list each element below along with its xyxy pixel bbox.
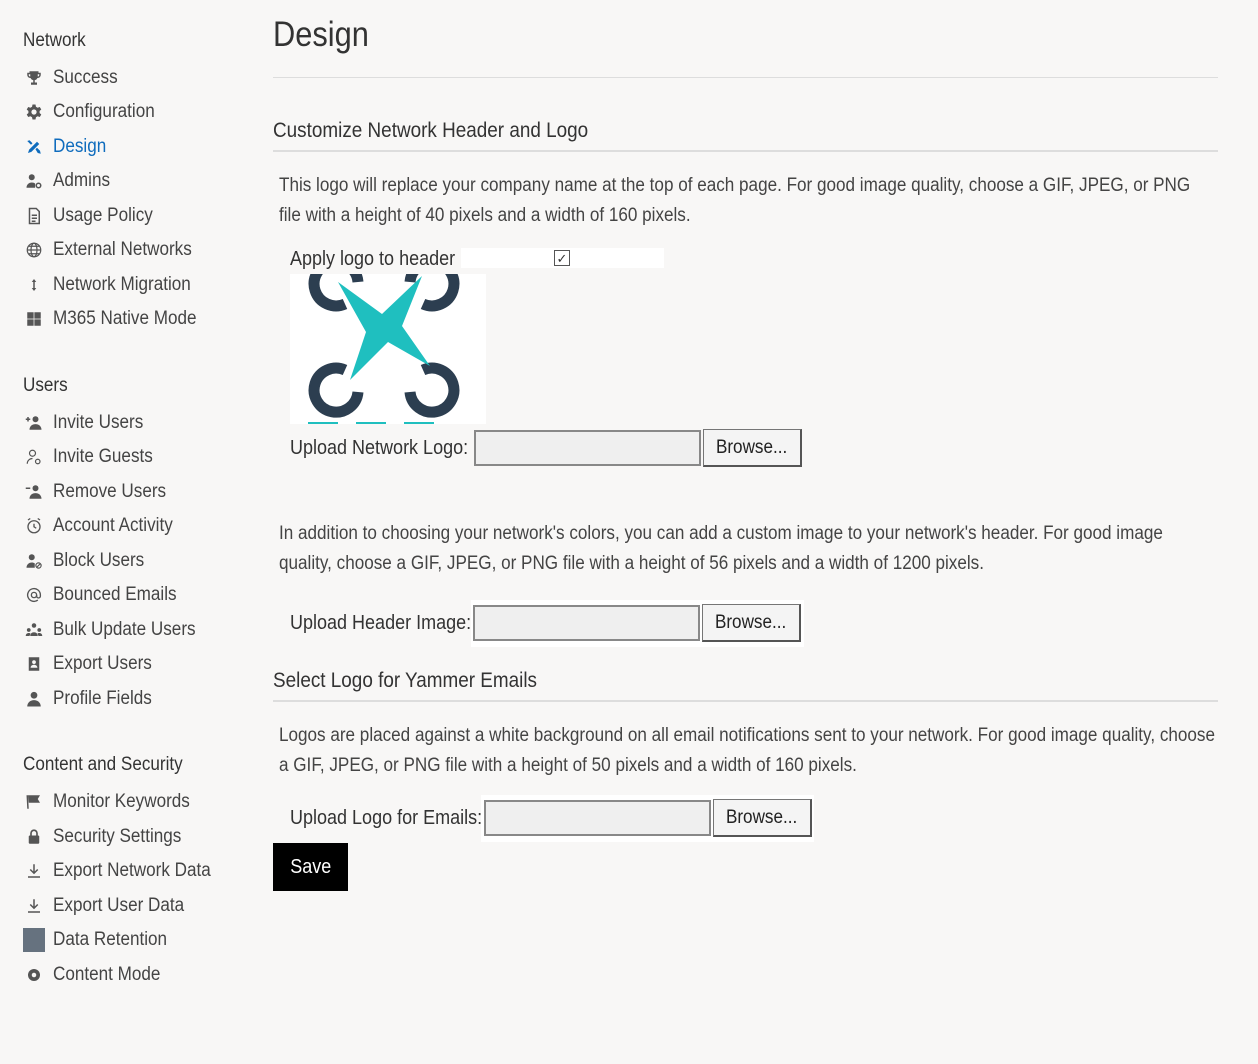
admin-user-icon bbox=[22, 169, 46, 193]
email-logo-file-input[interactable] bbox=[484, 800, 711, 836]
gear-icon bbox=[22, 100, 46, 124]
sidebar-item-admins[interactable]: Admins bbox=[22, 166, 232, 196]
section-title-email-logo: Select Logo for Yammer Emails bbox=[273, 669, 538, 692]
sidebar-item-label: Monitor Keywords bbox=[53, 791, 190, 812]
sidebar-item-label: Admins bbox=[53, 170, 111, 191]
sidebar-item-label: Remove Users bbox=[53, 481, 167, 502]
network-logo-file-input[interactable] bbox=[474, 430, 701, 466]
sidebar-item-export-network-data[interactable]: Export Network Data bbox=[22, 856, 232, 886]
sidebar-item-label: Export Network Data bbox=[53, 860, 211, 881]
download-icon bbox=[22, 859, 46, 883]
network-logo-preview bbox=[290, 274, 486, 424]
drone-logo-icon bbox=[308, 274, 460, 424]
sidebar-item-export-users[interactable]: Export Users bbox=[22, 649, 232, 679]
sidebar-item-content-mode[interactable]: Content Mode bbox=[22, 960, 232, 990]
apply-logo-checkbox[interactable]: ✓ bbox=[554, 250, 570, 266]
email-logo-browse-button[interactable]: Browse... bbox=[713, 799, 812, 837]
sidebar-item-m365-native-mode[interactable]: M365 Native Mode bbox=[22, 304, 232, 334]
section-title-header-logo: Customize Network Header and Logo bbox=[273, 119, 589, 142]
section-divider bbox=[273, 700, 1218, 702]
sidebar-item-usage-policy[interactable]: Usage Policy bbox=[22, 201, 232, 231]
sidebar-item-design[interactable]: Design bbox=[22, 132, 232, 162]
sidebar-item-label: Network Migration bbox=[53, 274, 191, 295]
sidebar-item-label: Block Users bbox=[53, 550, 145, 571]
sidebar-item-label: Data Retention bbox=[53, 929, 168, 950]
user-icon bbox=[22, 687, 46, 711]
logo-description: This logo will replace your company name… bbox=[279, 175, 1191, 226]
sidebar-item-label: Security Settings bbox=[53, 826, 182, 847]
sidebar-item-export-user-data[interactable]: Export User Data bbox=[22, 891, 232, 921]
sidebar-item-label: External Networks bbox=[53, 239, 192, 260]
sidebar-item-network-migration[interactable]: Network Migration bbox=[22, 270, 232, 300]
trophy-icon bbox=[22, 66, 46, 90]
clock-icon bbox=[22, 514, 46, 538]
sidebar-item-label: Usage Policy bbox=[53, 205, 153, 226]
lock-icon bbox=[22, 825, 46, 849]
sidebar-item-label: M365 Native Mode bbox=[53, 308, 197, 329]
migrate-arrows-icon bbox=[22, 273, 46, 297]
sidebar-item-monitor-keywords[interactable]: Monitor Keywords bbox=[22, 787, 232, 817]
sidebar-item-configuration[interactable]: Configuration bbox=[22, 97, 232, 127]
sidebar-item-label: Design bbox=[53, 136, 107, 157]
contact-book-icon bbox=[22, 652, 46, 676]
sidebar-item-remove-users[interactable]: Remove Users bbox=[22, 477, 232, 507]
sidebar-heading-users: Users bbox=[23, 375, 68, 396]
sidebar-item-security-settings[interactable]: Security Settings bbox=[22, 822, 232, 852]
document-icon bbox=[22, 204, 46, 228]
sidebar-item-label: Invite Guests bbox=[53, 446, 153, 467]
sidebar-item-success[interactable]: Success bbox=[22, 63, 232, 93]
sidebar-heading-content-security: Content and Security bbox=[23, 754, 183, 775]
data-retention-icon bbox=[22, 928, 46, 952]
sidebar-item-invite-guests[interactable]: Invite Guests bbox=[22, 442, 232, 472]
upload-network-logo-label: Upload Network Logo: bbox=[290, 437, 469, 459]
save-button[interactable]: Save bbox=[273, 843, 348, 891]
upload-email-logo-label: Upload Logo for Emails: bbox=[290, 807, 483, 829]
sidebar-item-block-users[interactable]: Block Users bbox=[22, 546, 232, 576]
sidebar-item-label: Content Mode bbox=[53, 964, 161, 985]
page-title: Design bbox=[273, 15, 369, 54]
network-logo-browse-button[interactable]: Browse... bbox=[703, 429, 802, 467]
windows-grid-icon bbox=[22, 307, 46, 331]
sidebar-item-bounced-emails[interactable]: Bounced Emails bbox=[22, 580, 232, 610]
sidebar-item-label: Bulk Update Users bbox=[53, 619, 196, 640]
group-users-icon bbox=[22, 618, 46, 642]
title-divider bbox=[273, 77, 1218, 78]
guest-user-icon bbox=[22, 445, 46, 469]
header-image-browse-button[interactable]: Browse... bbox=[702, 604, 801, 642]
sidebar-item-label: Bounced Emails bbox=[53, 584, 177, 605]
sidebar-item-label: Invite Users bbox=[53, 412, 144, 433]
flag-icon bbox=[22, 790, 46, 814]
remove-user-icon bbox=[22, 480, 46, 504]
sidebar-item-label: Configuration bbox=[53, 101, 155, 122]
sidebar-item-bulk-update-users[interactable]: Bulk Update Users bbox=[22, 615, 232, 645]
header-image-description: In addition to choosing your network's c… bbox=[279, 523, 1163, 574]
block-user-icon bbox=[22, 549, 46, 573]
sidebar-item-label: Success bbox=[53, 67, 118, 88]
sidebar-item-account-activity[interactable]: Account Activity bbox=[22, 511, 232, 541]
sidebar-item-label: Export Users bbox=[53, 653, 152, 674]
upload-header-image-label: Upload Header Image: bbox=[290, 612, 472, 634]
sidebar-item-invite-users[interactable]: Invite Users bbox=[22, 408, 232, 438]
at-sign-icon bbox=[22, 583, 46, 607]
design-tools-icon bbox=[22, 135, 46, 159]
sidebar-item-profile-fields[interactable]: Profile Fields bbox=[22, 684, 232, 714]
eye-icon bbox=[22, 963, 46, 987]
sidebar-item-label: Account Activity bbox=[53, 515, 173, 536]
download-icon bbox=[22, 894, 46, 918]
apply-logo-label: Apply logo to header bbox=[290, 248, 456, 270]
sidebar-item-data-retention[interactable]: Data Retention bbox=[22, 925, 232, 955]
email-logo-description: Logos are placed against a white backgro… bbox=[279, 725, 1215, 776]
section-divider bbox=[273, 150, 1218, 152]
sidebar-heading-network: Network bbox=[23, 30, 86, 51]
sidebar-item-label: Profile Fields bbox=[53, 688, 152, 709]
add-user-icon bbox=[22, 411, 46, 435]
header-image-file-input[interactable] bbox=[473, 605, 700, 641]
sidebar-item-label: Export User Data bbox=[53, 895, 185, 916]
sidebar-item-external-networks[interactable]: External Networks bbox=[22, 235, 232, 265]
globe-icon bbox=[22, 238, 46, 262]
